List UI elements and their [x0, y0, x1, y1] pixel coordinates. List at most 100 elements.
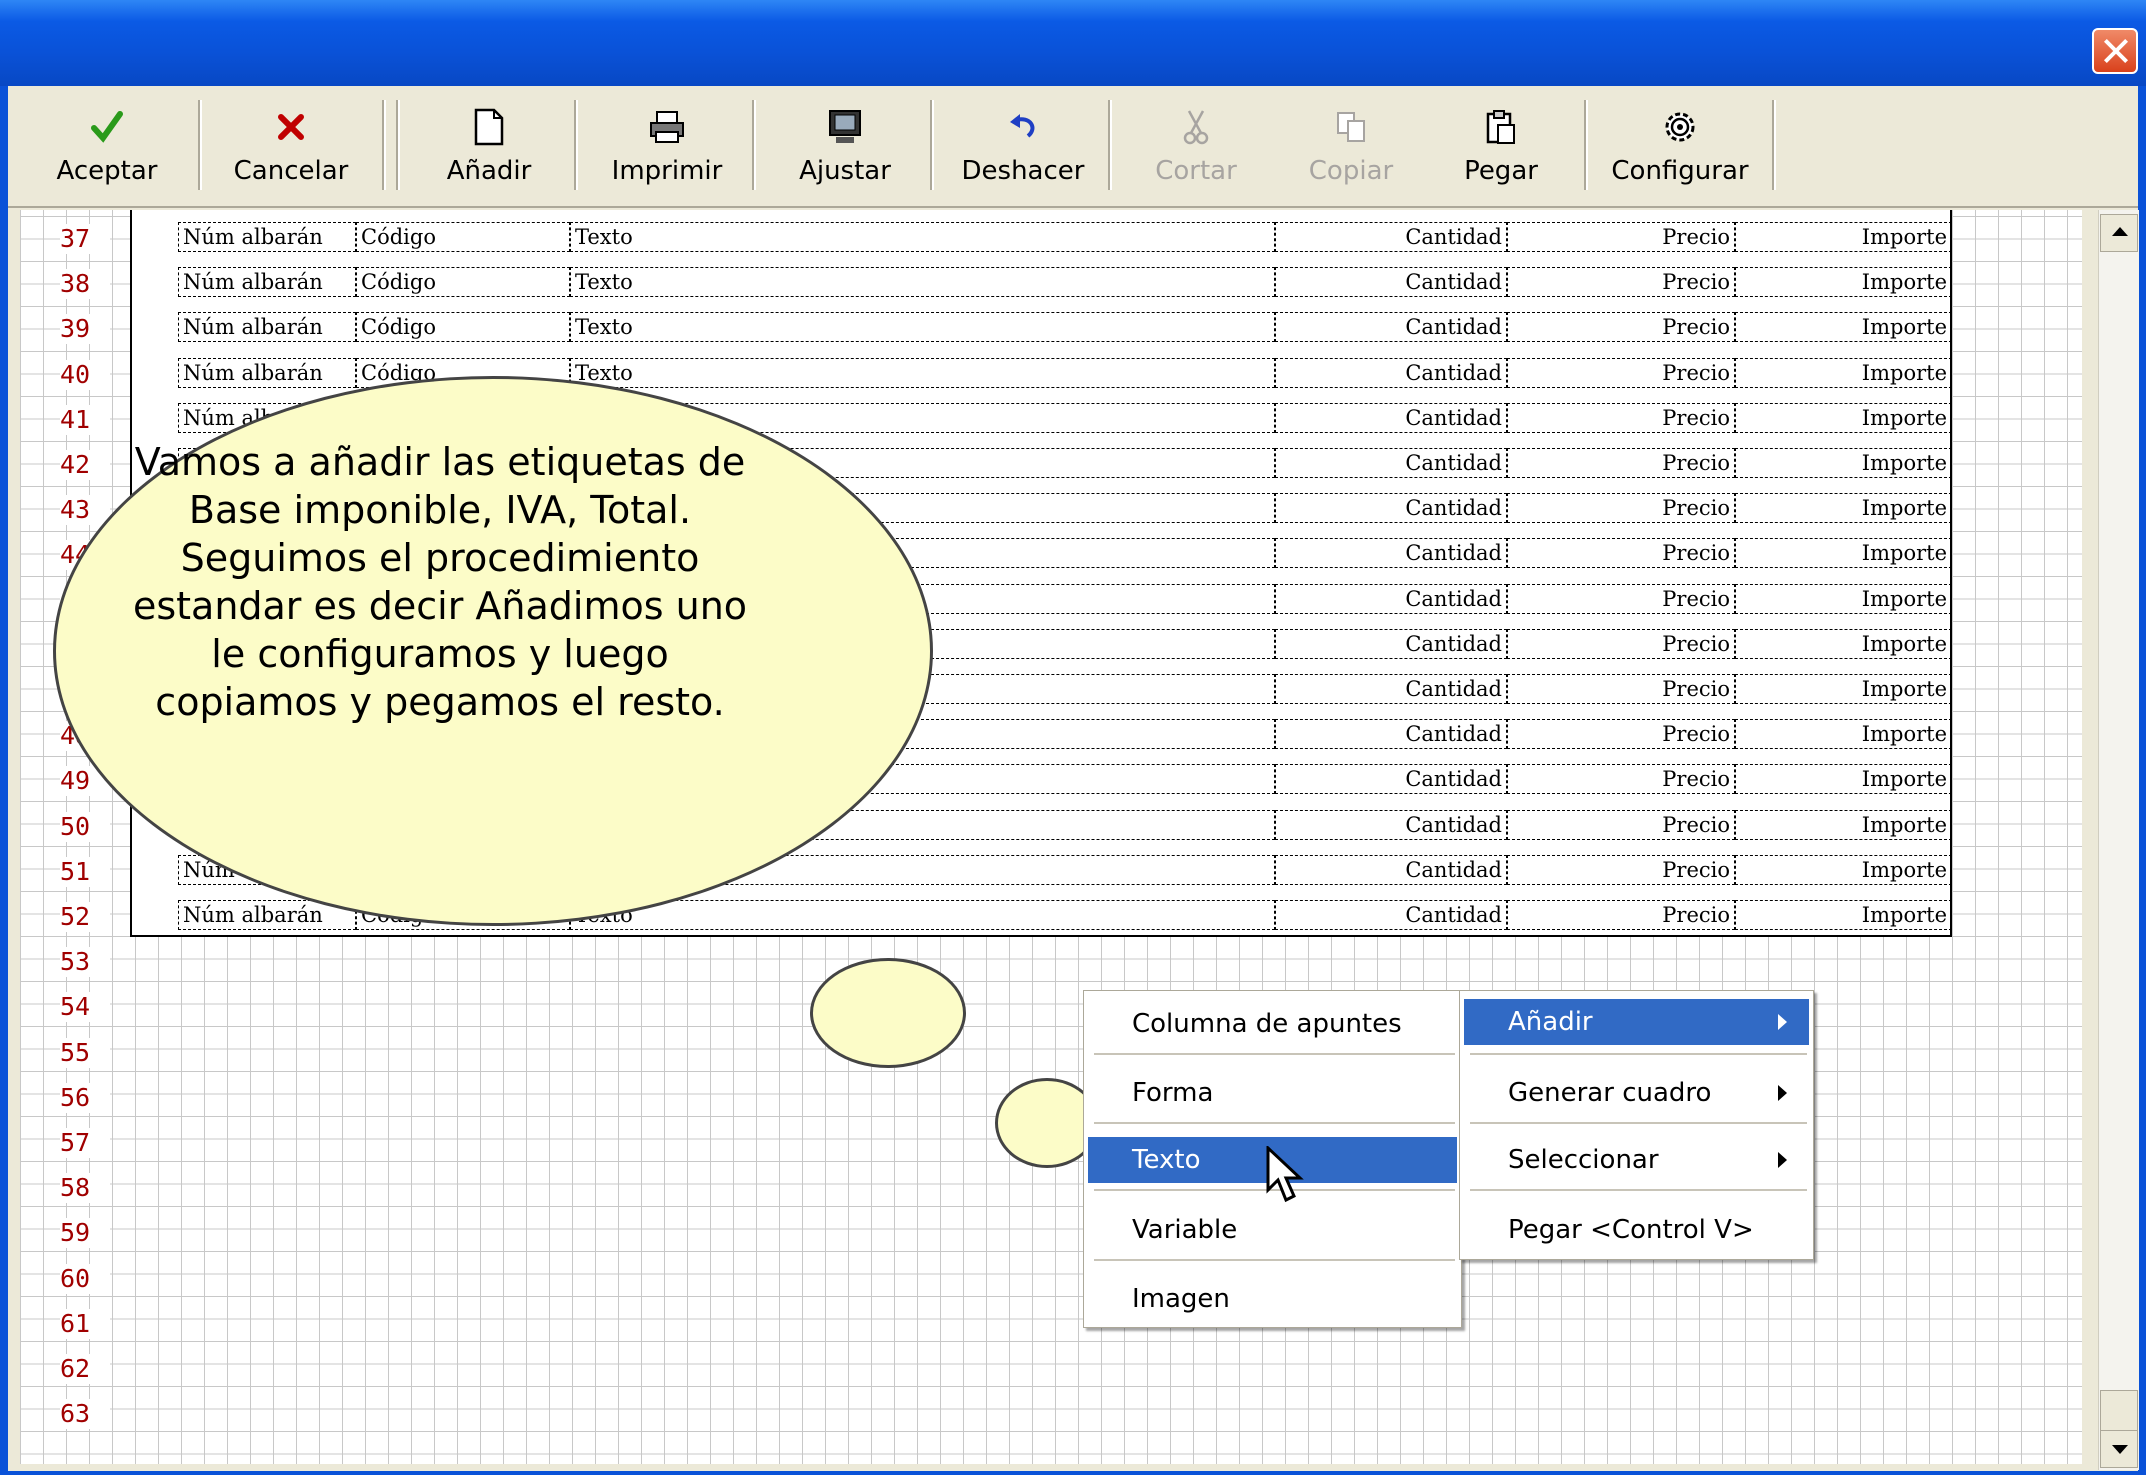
menu-separator: [1094, 1122, 1455, 1124]
row-number: 56: [60, 1082, 110, 1113]
report-cell-cantidad[interactable]: Cantidad: [1275, 448, 1507, 478]
report-cell-texto[interactable]: Texto: [570, 222, 1275, 252]
report-cell-precio[interactable]: Precio: [1507, 312, 1735, 343]
submenu-item-columna-apuntes[interactable]: Columna de apuntes: [1088, 1001, 1457, 1047]
report-cell-importe[interactable]: Importe: [1735, 267, 1952, 298]
report-cell-cantidad[interactable]: Cantidad: [1275, 719, 1507, 750]
report-cell-importe[interactable]: Importe: [1735, 764, 1952, 795]
report-cell-cantidad[interactable]: Cantidad: [1275, 267, 1507, 298]
menu-item-anadir[interactable]: Añadir: [1464, 999, 1809, 1045]
report-cell-cantidad[interactable]: Cantidad: [1275, 628, 1507, 659]
report-cell-num[interactable]: Núm albarán: [178, 222, 356, 252]
menu-item-label: Añadir: [1508, 1007, 1593, 1037]
report-cell-cantidad[interactable]: Cantidad: [1275, 493, 1507, 524]
report-cell-precio[interactable]: Precio: [1507, 764, 1735, 795]
submenu-item-variable[interactable]: Variable: [1088, 1207, 1457, 1253]
submenu-arrow-icon: [1778, 1152, 1787, 1168]
report-cell-num[interactable]: Núm albarán: [178, 312, 356, 343]
report-cell-precio[interactable]: Precio: [1507, 538, 1735, 569]
menu-item-generar-cuadro[interactable]: Generar cuadro: [1464, 1070, 1809, 1116]
toolbar-separator: [574, 100, 578, 190]
report-cell-importe[interactable]: Importe: [1735, 493, 1952, 524]
report-cell-precio[interactable]: Precio: [1507, 448, 1735, 478]
copy-button[interactable]: Copiar: [1276, 92, 1426, 200]
scroll-thumb[interactable]: [2100, 1390, 2138, 1434]
report-cell-texto[interactable]: Texto: [570, 900, 1275, 930]
report-cell-precio[interactable]: Precio: [1507, 900, 1735, 930]
printer-icon: [645, 106, 689, 148]
report-cell-precio[interactable]: Precio: [1507, 628, 1735, 659]
report-cell-importe[interactable]: Importe: [1735, 809, 1952, 840]
report-cell-importe[interactable]: Importe: [1735, 900, 1952, 930]
table-row: Núm albaránCódigoTextoCantidadPrecioImpo…: [178, 306, 1952, 346]
submenu-item-label: Imagen: [1132, 1284, 1230, 1314]
scroll-down-button[interactable]: [2100, 1430, 2138, 1468]
menu-item-pegar[interactable]: Pegar <Control V>: [1464, 1207, 1809, 1253]
cut-button[interactable]: Cortar: [1116, 92, 1276, 200]
report-cell-cantidad[interactable]: Cantidad: [1275, 222, 1507, 252]
report-cell-cantidad[interactable]: Cantidad: [1275, 854, 1507, 885]
add-button[interactable]: Añadir: [404, 92, 574, 200]
report-cell-importe[interactable]: Importe: [1735, 222, 1952, 252]
report-cell-num[interactable]: Núm albarán: [178, 267, 356, 298]
close-button[interactable]: [2092, 28, 2138, 74]
checkmark-icon: [85, 106, 129, 148]
report-cell-num[interactable]: Núm albarán: [178, 357, 356, 388]
report-cell-precio[interactable]: Precio: [1507, 493, 1735, 524]
report-cell-cantidad[interactable]: Cantidad: [1275, 402, 1507, 433]
report-cell-importe[interactable]: Importe: [1735, 583, 1952, 614]
report-cell-cantidad[interactable]: Cantidad: [1275, 764, 1507, 795]
toolbar-separator: [1584, 100, 1588, 190]
submenu-item-forma[interactable]: Forma: [1088, 1070, 1457, 1116]
report-cell-importe[interactable]: Importe: [1735, 719, 1952, 750]
report-cell-precio[interactable]: Precio: [1507, 222, 1735, 252]
report-cell-importe[interactable]: Importe: [1735, 312, 1952, 343]
report-cell-cantidad[interactable]: Cantidad: [1275, 900, 1507, 930]
report-cell-cantidad[interactable]: Cantidad: [1275, 538, 1507, 569]
callout-dot-large: [810, 958, 966, 1068]
report-cell-precio[interactable]: Precio: [1507, 402, 1735, 433]
copy-label: Copiar: [1308, 156, 1394, 186]
report-cell-importe[interactable]: Importe: [1735, 448, 1952, 478]
new-page-icon: [467, 106, 511, 148]
report-cell-importe[interactable]: Importe: [1735, 402, 1952, 433]
menu-separator: [1470, 1189, 1807, 1191]
fit-button[interactable]: Ajustar: [760, 92, 930, 200]
configure-button[interactable]: Configurar: [1592, 92, 1768, 200]
report-cell-texto[interactable]: Texto: [570, 312, 1275, 343]
menu-item-seleccionar[interactable]: Seleccionar: [1464, 1137, 1809, 1183]
toolbar-separator: [198, 100, 202, 190]
vertical-scrollbar[interactable]: [2098, 210, 2139, 1470]
report-cell-cantidad[interactable]: Cantidad: [1275, 809, 1507, 840]
row-number: 60: [60, 1263, 110, 1294]
report-cell-importe[interactable]: Importe: [1735, 357, 1952, 388]
report-cell-precio[interactable]: Precio: [1507, 583, 1735, 614]
print-button[interactable]: Imprimir: [582, 92, 752, 200]
report-cell-cantidad[interactable]: Cantidad: [1275, 357, 1507, 388]
undo-button[interactable]: Deshacer: [938, 92, 1108, 200]
report-cell-precio[interactable]: Precio: [1507, 854, 1735, 885]
report-cell-precio[interactable]: Precio: [1507, 267, 1735, 298]
report-cell-importe[interactable]: Importe: [1735, 674, 1952, 704]
report-cell-codigo[interactable]: Código: [356, 222, 570, 252]
report-cell-texto[interactable]: Texto: [570, 357, 1275, 388]
report-cell-cantidad[interactable]: Cantidad: [1275, 674, 1507, 704]
report-cell-precio[interactable]: Precio: [1507, 719, 1735, 750]
report-cell-importe[interactable]: Importe: [1735, 538, 1952, 569]
report-cell-precio[interactable]: Precio: [1507, 809, 1735, 840]
report-cell-precio[interactable]: Precio: [1507, 357, 1735, 388]
report-cell-texto[interactable]: Texto: [570, 267, 1275, 298]
report-cell-importe[interactable]: Importe: [1735, 854, 1952, 885]
report-cell-importe[interactable]: Importe: [1735, 628, 1952, 659]
scroll-up-button[interactable]: [2100, 214, 2138, 252]
report-cell-codigo[interactable]: Código: [356, 267, 570, 298]
accept-button[interactable]: Aceptar: [22, 92, 192, 200]
submenu-item-imagen[interactable]: Imagen: [1088, 1276, 1457, 1322]
report-cell-cantidad[interactable]: Cantidad: [1275, 312, 1507, 343]
report-cell-precio[interactable]: Precio: [1507, 674, 1735, 704]
cancel-button[interactable]: Cancelar: [206, 92, 376, 200]
paste-button[interactable]: Pegar: [1426, 92, 1576, 200]
context-menu: Añadir Generar cuadro Seleccionar Pegar …: [1459, 990, 1814, 1260]
report-cell-cantidad[interactable]: Cantidad: [1275, 583, 1507, 614]
report-cell-codigo[interactable]: Código: [356, 312, 570, 343]
